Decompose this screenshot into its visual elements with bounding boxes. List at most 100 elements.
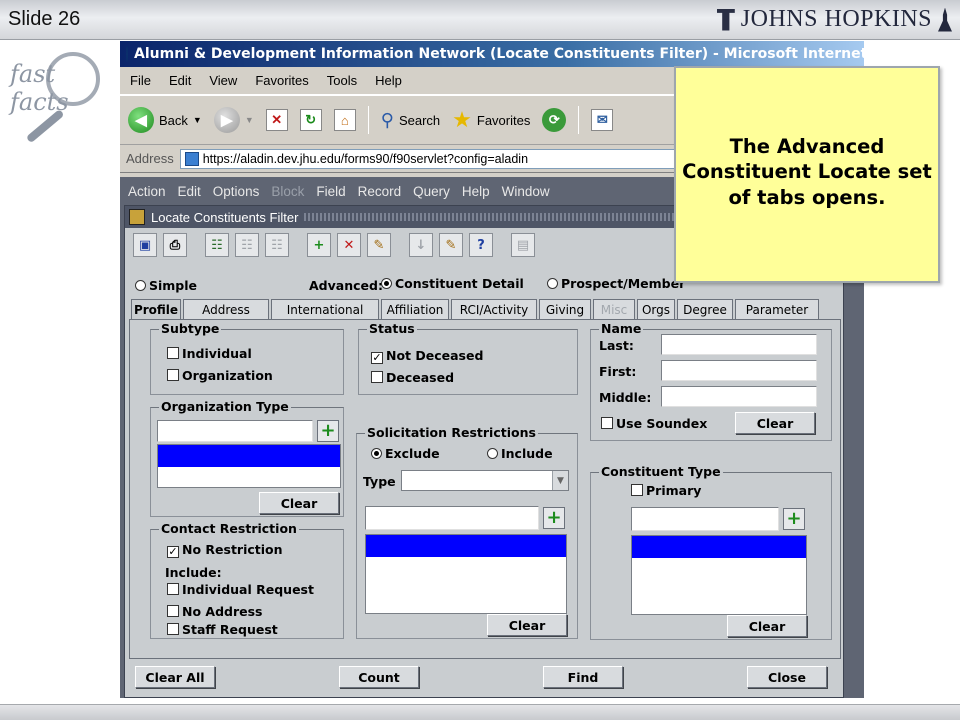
delete-record-icon[interactable]: ✕ (337, 233, 361, 257)
execute-query-icon[interactable]: ☷ (235, 233, 259, 257)
tab-address[interactable]: Address (183, 299, 269, 319)
menu-tools[interactable]: Tools (327, 73, 357, 88)
tab-rci-activity[interactable]: RCI/Activity (451, 299, 537, 319)
tab-giving[interactable]: Giving (539, 299, 591, 319)
tab-affiliation[interactable]: Affiliation (381, 299, 449, 319)
menu-block[interactable]: Block (271, 184, 304, 199)
middle-label: Middle: (599, 390, 652, 405)
organization-type-clear-button[interactable]: Clear (259, 492, 339, 514)
edit-icon[interactable]: ✎ (439, 233, 463, 257)
insert-record-icon[interactable]: + (307, 233, 331, 257)
menu-favorites[interactable]: Favorites (255, 73, 308, 88)
individual-checkbox[interactable]: Individual (167, 346, 252, 361)
plus-icon: + (786, 508, 802, 529)
back-button[interactable]: ◀ Back ▼ (128, 107, 202, 133)
forward-button[interactable]: ▶ ▼ (213, 107, 254, 133)
refresh-icon[interactable]: ↻ (299, 109, 322, 131)
address-label: Address (126, 151, 174, 166)
menu-action[interactable]: Action (128, 184, 166, 199)
not-deceased-checkbox[interactable]: ✓ Not Deceased (371, 348, 483, 364)
no-address-checkbox[interactable]: No Address (167, 604, 263, 619)
menu-query[interactable]: Query (413, 184, 450, 199)
slide-header: Slide 26 JOHNS HOPKINS (0, 0, 960, 40)
name-label: Name (599, 321, 644, 336)
deceased-checkbox[interactable]: Deceased (371, 370, 454, 385)
stop-icon[interactable]: ✕ (265, 109, 288, 131)
constituent-detail-radio[interactable]: Constituent Detail (381, 276, 524, 291)
constituent-type-input[interactable] (631, 507, 779, 531)
menu-window[interactable]: Window (502, 184, 550, 199)
tab-international[interactable]: International (271, 299, 379, 319)
menu-edit[interactable]: Edit (169, 73, 191, 88)
print-icon[interactable]: ⎙ (163, 233, 187, 257)
staff-request-checkbox[interactable]: Staff Request (167, 622, 278, 637)
chevron-down-icon[interactable]: ▼ (193, 115, 202, 125)
clear-all-button[interactable]: Clear All (135, 666, 215, 688)
exclude-radio[interactable]: Exclude (371, 446, 440, 461)
query-icon[interactable]: ☷ (205, 233, 229, 257)
fastfacts-text: fast facts (10, 60, 69, 116)
middle-name-field[interactable] (661, 386, 817, 407)
clear-record-icon[interactable]: ✎ (367, 233, 391, 257)
add-solicitation-button[interactable]: + (543, 507, 565, 529)
individual-request-checkbox[interactable]: Individual Request (167, 582, 314, 597)
primary-checkbox[interactable]: Primary (631, 483, 701, 498)
history-icon[interactable]: ⟳ (542, 108, 567, 132)
selected-list-row[interactable] (158, 445, 340, 467)
download-icon[interactable]: ↓ (409, 233, 433, 257)
selected-list-row[interactable] (632, 536, 806, 558)
type-dropdown[interactable]: ▼ (401, 470, 569, 491)
menu-view[interactable]: View (209, 73, 237, 88)
tab-profile[interactable]: Profile (131, 299, 181, 320)
mail-icon[interactable]: ✉ (591, 109, 614, 131)
count-button[interactable]: Count (339, 666, 419, 688)
brand-name: JOHNS HOPKINS (740, 6, 932, 32)
menu-options[interactable]: Options (213, 184, 260, 199)
constituent-type-list[interactable] (631, 535, 807, 615)
menu-file[interactable]: File (130, 73, 151, 88)
menu-field[interactable]: Field (316, 184, 345, 199)
constituent-type-clear-button[interactable]: Clear (727, 615, 807, 637)
find-button[interactable]: Find (543, 666, 623, 688)
constituent-type-label: Constituent Type (599, 464, 723, 479)
organization-type-input[interactable] (157, 420, 313, 442)
cancel-query-icon[interactable]: ☷ (265, 233, 289, 257)
add-organization-type-button[interactable]: + (317, 420, 339, 442)
help-icon[interactable]: ? (469, 233, 493, 257)
add-constituent-type-button[interactable]: + (783, 508, 805, 530)
search-button[interactable]: ⚲ Search (381, 110, 440, 131)
favorites-label: Favorites (476, 112, 531, 128)
close-button[interactable]: Close (747, 666, 827, 688)
prospect-member-radio[interactable]: Prospect/Member (547, 276, 685, 291)
menu-record[interactable]: Record (358, 184, 402, 199)
organization-checkbox[interactable]: Organization (167, 368, 273, 383)
name-clear-button[interactable]: Clear (735, 412, 815, 434)
simple-radio[interactable]: Simple (135, 278, 197, 293)
tab-orgs[interactable]: Orgs (637, 299, 675, 319)
solicitation-list[interactable] (365, 534, 567, 614)
tab-parameter[interactable]: Parameter (735, 299, 819, 319)
chevron-down-icon[interactable]: ▼ (245, 115, 254, 125)
solicitation-input[interactable] (365, 506, 539, 530)
menu-help[interactable]: Help (375, 73, 402, 88)
organization-type-list[interactable] (157, 444, 341, 488)
no-restriction-checkbox[interactable]: ✓ No Restriction (167, 542, 283, 558)
first-name-field[interactable] (661, 360, 817, 381)
menu-edit[interactable]: Edit (178, 184, 201, 199)
last-name-field[interactable] (661, 334, 817, 355)
document-icon[interactable]: ▤ (511, 233, 535, 257)
chevron-down-icon: ▼ (552, 471, 568, 490)
save-icon[interactable]: ▣ (133, 233, 157, 257)
address-field[interactable]: https://aladin.dev.jhu.edu/forms90/f90se… (179, 148, 740, 169)
home-icon[interactable]: ⌂ (333, 109, 356, 131)
tab-misc[interactable]: Misc (593, 299, 635, 319)
menu-help[interactable]: Help (462, 184, 490, 199)
selected-list-row[interactable] (366, 535, 566, 557)
favorites-button[interactable]: ★ Favorites (452, 107, 530, 133)
constituent-type-group: Constituent Type Primary + Clear (590, 464, 832, 640)
url-text: https://aladin.dev.jhu.edu/forms90/f90se… (202, 151, 529, 166)
solicitation-clear-button[interactable]: Clear (487, 614, 567, 636)
tab-degree[interactable]: Degree (677, 299, 733, 319)
use-soundex-checkbox[interactable]: Use Soundex (601, 416, 707, 431)
include-radio[interactable]: Include (487, 446, 553, 461)
